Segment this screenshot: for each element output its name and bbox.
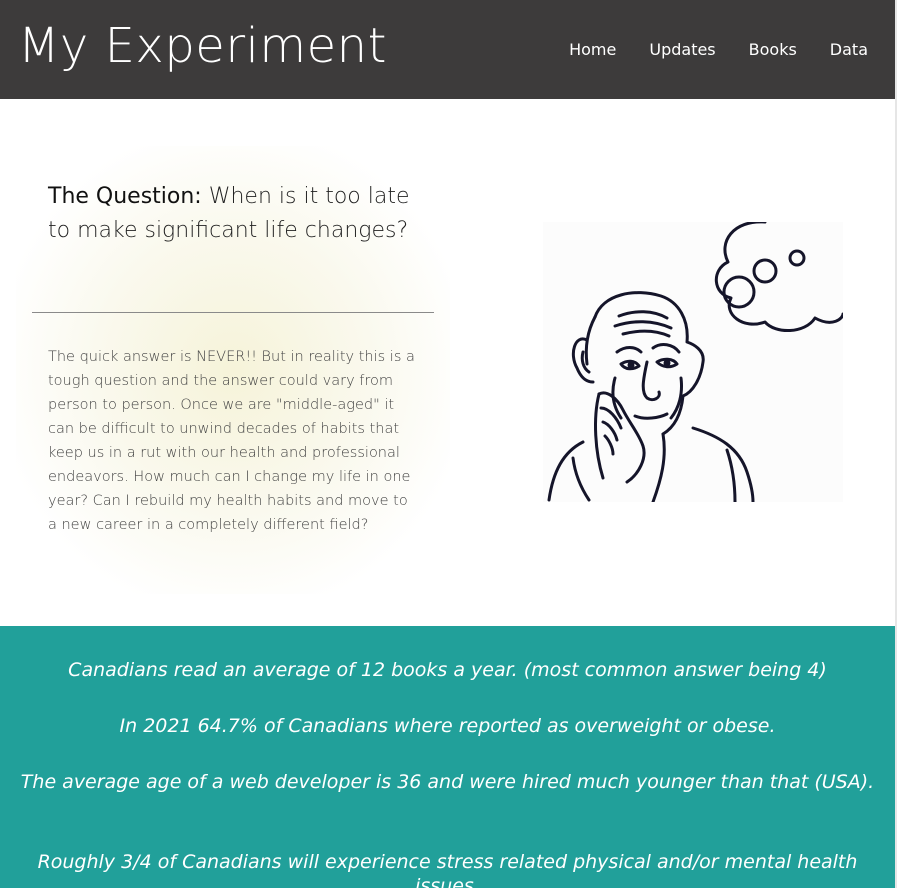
question-body: The quick answer is NEVER!! But in reali… bbox=[48, 349, 415, 533]
fact-books: Canadians read an average of 12 books a … bbox=[68, 659, 827, 681]
divider bbox=[32, 312, 434, 313]
question-label: The Question: bbox=[48, 184, 202, 209]
nav-updates[interactable]: Updates bbox=[649, 40, 715, 59]
main-nav: Home Updates Books Data bbox=[569, 40, 868, 59]
nav-home[interactable]: Home bbox=[569, 40, 616, 59]
thinking-old-man-drawing-icon bbox=[547, 220, 845, 504]
fact-stress: Roughly 3/4 of Canadians will experience… bbox=[37, 851, 858, 888]
fact-weight: In 2021 64.7% of Canadians where reporte… bbox=[119, 715, 776, 737]
thinking-man-illustration bbox=[543, 220, 845, 504]
nav-books[interactable]: Books bbox=[749, 40, 797, 59]
question-heading: The Question: When is it too late to mak… bbox=[48, 180, 418, 248]
nav-data[interactable]: Data bbox=[830, 40, 868, 59]
facts-section: Canadians read an average of 12 books a … bbox=[0, 626, 895, 888]
fact-web-developer: The average age of a web developer is 36… bbox=[20, 771, 875, 793]
site-header: My Experiment Home Updates Books Data bbox=[0, 0, 895, 99]
site-title: My Experiment bbox=[18, 18, 387, 74]
